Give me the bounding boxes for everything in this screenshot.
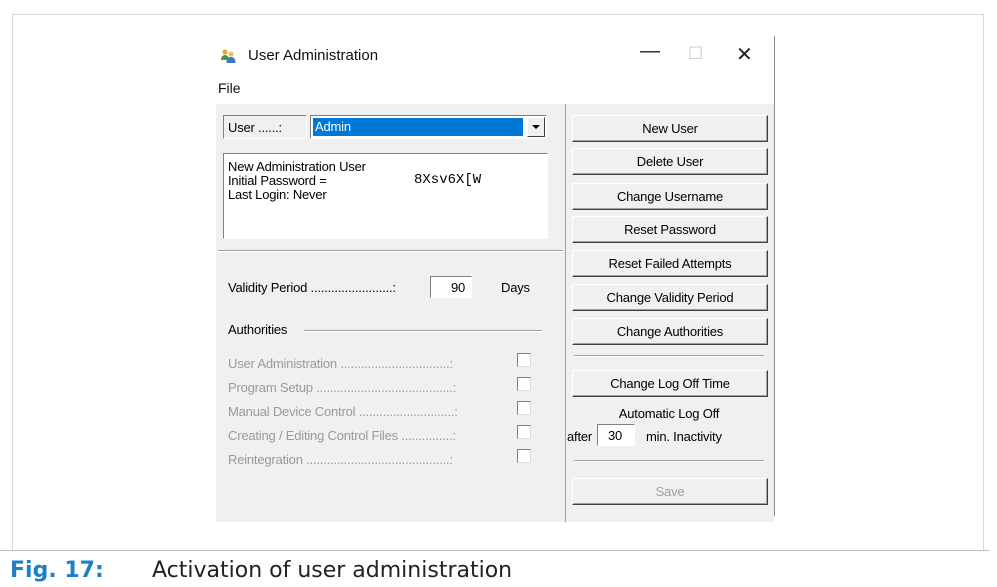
separator xyxy=(218,250,563,252)
logoff-minutes-input[interactable]: 30 xyxy=(597,424,635,446)
menu-file[interactable]: File xyxy=(218,80,241,96)
authority-label-program-setup: Program Setup ..........................… xyxy=(228,380,457,395)
validity-label: Validity Period ........................… xyxy=(228,280,396,295)
separator xyxy=(574,355,764,357)
authority-label-user-admin: User Administration ....................… xyxy=(228,356,453,371)
initial-password-value: 8Xsv6X[W xyxy=(414,172,482,188)
authority-checkbox-user-admin[interactable] xyxy=(517,353,531,367)
figure-caption-text: Activation of user administration xyxy=(152,558,513,583)
change-username-button[interactable]: Change Username xyxy=(572,183,768,210)
authority-label-reintegration: Reintegration ..........................… xyxy=(228,452,453,467)
change-validity-period-button[interactable]: Change Validity Period xyxy=(572,284,768,311)
authority-checkbox-program-setup[interactable] xyxy=(517,377,531,391)
reset-password-button[interactable]: Reset Password xyxy=(572,216,768,243)
chevron-down-icon xyxy=(532,125,540,129)
authorities-title: Authorities xyxy=(228,322,288,337)
logoff-prefix: after xyxy=(567,429,593,444)
authority-label-control-files: Creating / Editing Control Files .......… xyxy=(228,428,456,443)
authority-checkbox-manual-device[interactable] xyxy=(517,401,531,415)
left-panel: User ......: Admin New Administration Us… xyxy=(216,104,565,522)
reset-failed-attempts-button[interactable]: Reset Failed Attempts xyxy=(572,250,768,277)
user-label-box: User ......: xyxy=(223,115,307,139)
logoff-suffix: min. Inactivity xyxy=(646,429,722,444)
delete-user-button[interactable]: Delete User xyxy=(572,148,768,175)
title-bar: User Administration — ☐ ✕ xyxy=(214,36,774,70)
user-info-box: New Administration User Initial Password… xyxy=(223,153,548,239)
validity-value: 90 xyxy=(450,280,465,295)
user-select-value: Admin xyxy=(315,119,351,134)
save-button[interactable]: Save xyxy=(572,478,768,505)
user-label: User ......: xyxy=(228,120,282,135)
figure-number: Fig. 17: xyxy=(10,558,104,583)
info-line-2-label: Initial Password = xyxy=(228,173,327,188)
window-title: User Administration xyxy=(248,47,379,64)
dialog-client: User ......: Admin New Administration Us… xyxy=(216,104,774,522)
logoff-minutes-value: 30 xyxy=(608,428,623,443)
maximize-button[interactable]: ☐ xyxy=(688,44,703,64)
window-right-edge xyxy=(774,36,775,516)
close-button[interactable]: ✕ xyxy=(736,42,753,67)
validity-input[interactable]: 90 xyxy=(430,276,472,298)
authority-checkbox-reintegration[interactable] xyxy=(517,449,531,463)
right-panel: New User Delete User Change Username Res… xyxy=(566,104,772,522)
info-line-3: Last Login: Never xyxy=(228,187,327,202)
info-line-1: New Administration User xyxy=(228,159,366,174)
user-administration-window: User Administration — ☐ ✕ File User ....… xyxy=(214,36,776,522)
dropdown-button[interactable] xyxy=(527,117,545,137)
menu-bar: File xyxy=(218,80,241,96)
authorities-group-line xyxy=(304,330,542,332)
authority-label-manual-device: Manual Device Control ..................… xyxy=(228,404,458,419)
minimize-button[interactable]: — xyxy=(640,40,660,63)
validity-unit: Days xyxy=(501,280,530,295)
authority-checkbox-control-files[interactable] xyxy=(517,425,531,439)
change-log-off-time-button[interactable]: Change Log Off Time xyxy=(572,370,768,397)
user-select-highlight: Admin xyxy=(313,118,523,136)
new-user-button[interactable]: New User xyxy=(572,115,768,142)
separator xyxy=(574,460,764,462)
user-select[interactable]: Admin xyxy=(310,115,547,139)
automatic-log-off-title: Automatic Log Off xyxy=(618,406,720,421)
users-icon xyxy=(221,49,236,63)
figure-caption: Fig. 17: Activation of user administrati… xyxy=(0,550,990,587)
change-authorities-button[interactable]: Change Authorities xyxy=(572,318,768,345)
